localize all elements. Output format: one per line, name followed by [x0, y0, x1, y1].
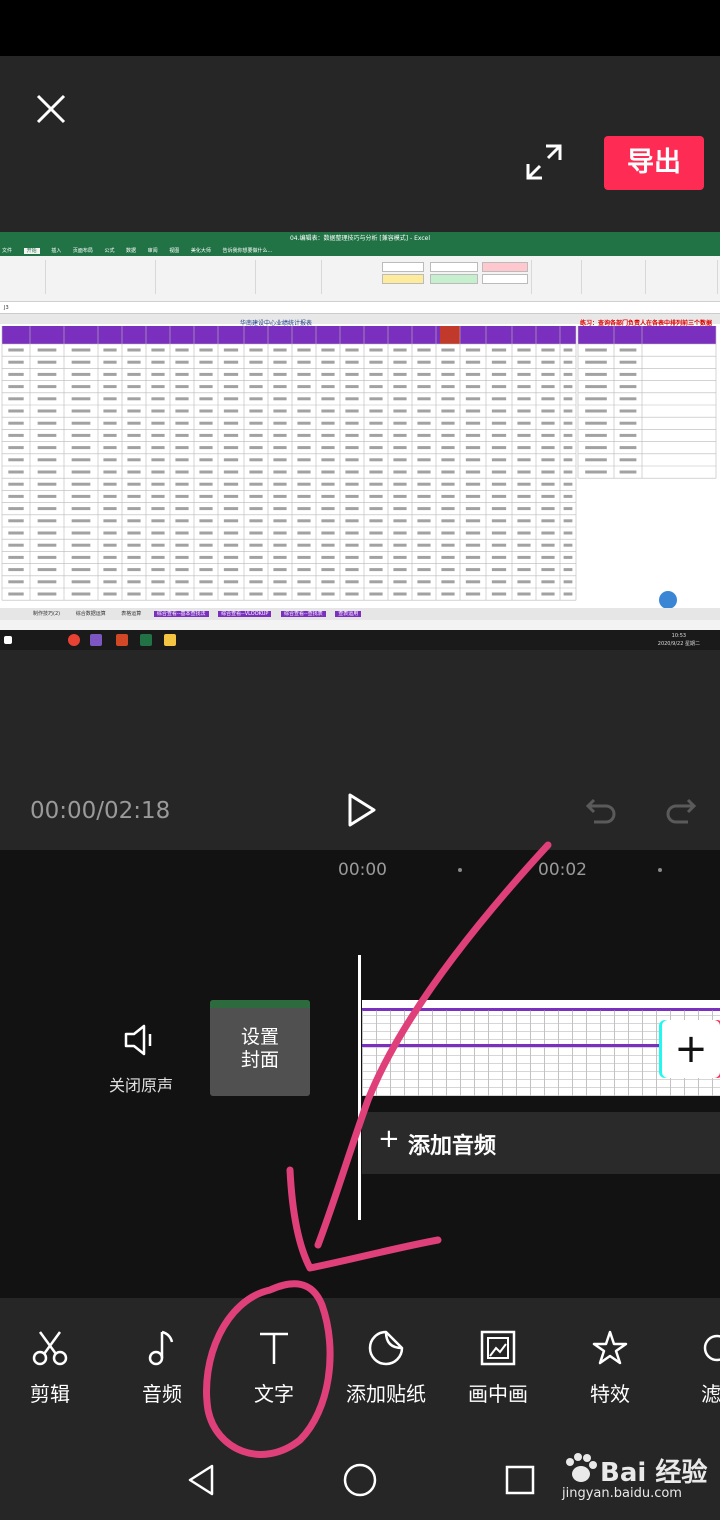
paw-logo-icon	[566, 1453, 597, 1482]
excel-icon	[140, 634, 152, 646]
plus-icon: +	[378, 1124, 400, 1154]
windows-taskbar: 10:53 2020/9/22 星期二	[0, 630, 720, 650]
excel-tab: 公式	[104, 248, 115, 254]
tool-label: 剪辑	[30, 1382, 70, 1406]
close-icon[interactable]	[30, 88, 72, 130]
excel-sheet-tabs: 制作技巧(2) 综合数据运算 表格运算 综合查看--基本查找法 综合查看--VL…	[0, 608, 720, 620]
excel-sheet-title: 华南建设中心业绩统计报表	[240, 320, 313, 327]
cover-thumbnail	[210, 1000, 310, 1008]
add-audio-button[interactable]: + 添加音频	[362, 1112, 720, 1174]
windows-start-icon	[4, 636, 12, 644]
powerpoint-icon	[116, 634, 128, 646]
fullscreen-icon[interactable]	[524, 142, 564, 182]
set-cover-button[interactable]: 设置 封面	[210, 1000, 310, 1096]
speaker-mute-icon	[124, 1024, 152, 1056]
watermark-url: jingyan.baidu.com	[562, 1486, 682, 1501]
sheet-tab: 综合查看--查找表	[281, 611, 326, 617]
sheet-tab: 制作技巧(2)	[33, 611, 61, 617]
status-bar	[0, 0, 720, 56]
star-effect-icon	[592, 1330, 628, 1365]
excel-tab: 告诉我你想要做什么...	[222, 248, 273, 254]
taskbar-clock: 10:53 2020/9/22 星期二	[657, 633, 700, 647]
scissors-icon	[32, 1331, 68, 1366]
text-icon	[260, 1332, 288, 1364]
watermark-brand: Bai 经验	[600, 1458, 708, 1488]
excel-ribbon-tabs: 文件 开始 插入 页面布局 公式 数据 审阅 视图 美化大师 告诉我你想要做什么…	[0, 246, 720, 256]
tool-label: 特效	[590, 1382, 630, 1406]
tool-edit[interactable]: 剪辑	[0, 1328, 105, 1407]
excel-tab: 插入	[51, 248, 62, 254]
excel-tab: 美化大师	[190, 248, 211, 254]
play-icon[interactable]	[340, 790, 380, 830]
tool-sticker[interactable]: 添加贴纸	[331, 1328, 441, 1407]
tool-audio[interactable]: 音频	[107, 1328, 217, 1407]
nav-recents-icon[interactable]	[504, 1464, 536, 1496]
folder-icon	[164, 634, 176, 646]
timecode: 00:00/02:18	[30, 798, 171, 824]
video-preview[interactable]: 04.编辑表：数据整理技巧与分析 [兼容模式] - Excel 文件 开始 插入…	[0, 232, 720, 650]
export-button[interactable]: 导出	[604, 136, 704, 190]
excel-status-bar	[0, 620, 720, 630]
excel-ribbon	[0, 256, 720, 302]
ruler-time-label: 00:02	[538, 860, 587, 880]
tool-picture-in-picture[interactable]: 画中画	[443, 1328, 553, 1407]
chrome-icon	[68, 634, 80, 646]
sticker-icon	[368, 1330, 404, 1366]
add-clip-button[interactable]: +	[662, 1020, 720, 1078]
excel-tab: 页面布局	[72, 248, 93, 254]
excel-tab: 审阅	[147, 248, 158, 254]
excel-tab: 文件	[2, 248, 13, 254]
picture-in-picture-icon	[480, 1330, 516, 1366]
excel-tab: 视图	[169, 248, 180, 254]
sheet-tab: 综合查看--VLOOKUP	[218, 611, 272, 617]
excel-tab: 数据	[126, 248, 137, 254]
excel-hint: 练习：查询各部门负责人在各表中排列前三个数据	[580, 320, 713, 327]
sheet-tab: 综合数据运算	[75, 611, 106, 617]
excel-tab: 开始	[23, 248, 40, 254]
tool-label: 添加贴纸	[346, 1382, 426, 1406]
tool-label: 音频	[142, 1382, 182, 1406]
sheet-tab: 查表运用	[335, 611, 362, 617]
app-icon	[90, 634, 102, 646]
ruler-dot	[658, 868, 662, 872]
tool-filter[interactable]: 滤	[667, 1328, 720, 1407]
tool-effects[interactable]: 特效	[555, 1328, 665, 1407]
nav-back-icon[interactable]	[184, 1462, 218, 1498]
undo-icon[interactable]	[584, 794, 618, 828]
mute-original-audio-label: 关闭原声	[108, 1076, 173, 1095]
baidu-jingyan-watermark: Bai 经验 jingyan.baidu.com	[556, 1448, 716, 1504]
tool-label: 文字	[254, 1382, 294, 1406]
tool-label: 滤	[701, 1382, 720, 1406]
excel-formula-bar: J3	[0, 302, 720, 314]
music-note-icon	[148, 1330, 174, 1366]
sheet-tab: 表格运算	[121, 611, 142, 617]
set-cover-label: 设置 封面	[240, 1026, 279, 1071]
tool-text[interactable]: 文字	[219, 1328, 329, 1407]
excel-title-bar: 04.编辑表：数据整理技巧与分析 [兼容模式] - Excel	[0, 232, 720, 246]
sheet-tab: 综合查看--基本查找法	[153, 611, 209, 617]
excel-sheet-grid	[0, 324, 720, 608]
redo-icon[interactable]	[664, 794, 698, 828]
filter-icon	[703, 1334, 720, 1362]
ruler-time-label: 00:00	[338, 860, 387, 880]
playhead[interactable]	[358, 955, 361, 1220]
tool-label: 画中画	[468, 1382, 528, 1406]
ruler-dot	[458, 868, 462, 872]
add-audio-label: 添加音频	[408, 1134, 497, 1159]
nav-home-icon[interactable]	[342, 1462, 378, 1498]
